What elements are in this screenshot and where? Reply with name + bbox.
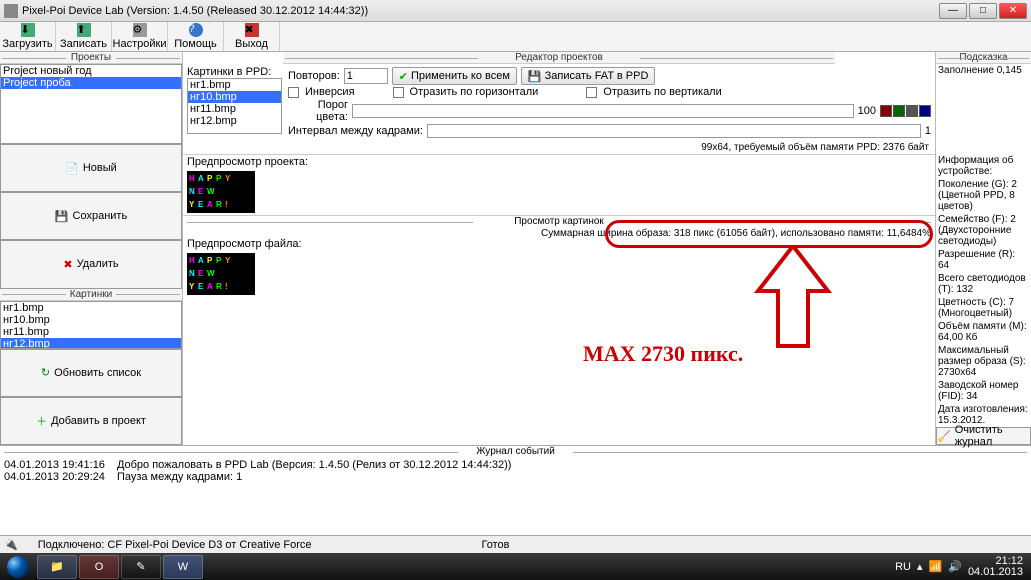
journal-time: 04.01.2013 19:41:16 (4, 459, 105, 471)
annotation-arrow (753, 246, 833, 354)
pictures-group-title: Картинки (0, 289, 182, 301)
load-button[interactable]: ⬇Загрузить (0, 22, 56, 51)
windows-orb-icon (7, 556, 29, 578)
threshold-label: Порог цвета: (288, 99, 348, 123)
list-item[interactable]: нг11.bmp (188, 103, 281, 115)
invert-checkbox[interactable] (288, 87, 299, 98)
interval-label: Интервал между кадрами: (288, 125, 423, 137)
memory-line: 99x64, требуемый объём памяти PPD: 2376 … (183, 141, 935, 155)
info-line: Цветность (C): 7 (Многоцветный) (936, 296, 1031, 320)
write-fat-button[interactable]: 💾Записать FAT в PPD (521, 67, 656, 85)
minimize-button[interactable]: — (939, 3, 967, 19)
projects-list[interactable]: Project новый год Project проба (0, 64, 182, 144)
threshold-value: 100 (858, 105, 876, 117)
info-line: Всего светодиодов (T): 132 (936, 272, 1031, 296)
refresh-icon: ↻ (41, 366, 50, 379)
gear-icon: ⚙ (133, 23, 147, 37)
info-line: Максимальный размер образа (S): 2730x64 (936, 344, 1031, 379)
taskbar-item[interactable]: W (163, 555, 203, 579)
list-item[interactable]: нг12.bmp (1, 338, 181, 349)
journal-msg: Пауза между кадрами: 1 (117, 471, 512, 483)
ppd-list[interactable]: нг1.bmp нг10.bmp нг11.bmp нг12.bmp (187, 78, 282, 134)
project-preview-image: HAPPY NEW YEAR! (187, 171, 255, 213)
fliph-checkbox[interactable] (393, 87, 404, 98)
repeats-label: Повторов: (288, 70, 340, 82)
editor-group-title: Редактор проектов (283, 52, 835, 64)
annotation-circle (605, 220, 933, 248)
list-item[interactable]: нг10.bmp (188, 91, 281, 103)
record-button[interactable]: ⬆Записать (56, 22, 112, 51)
save-button[interactable]: 💾Сохранить (0, 192, 182, 240)
add-to-project-button[interactable]: ＋Добавить в проект (0, 397, 182, 445)
new-button[interactable]: 📄Новый (0, 144, 182, 192)
pictures-list[interactable]: нг1.bmp нг10.bmp нг11.bmp нг12.bmp нг13.… (0, 301, 182, 349)
projects-group-title: Проекты (0, 52, 182, 64)
exit-button[interactable]: ✖Выход (224, 22, 280, 51)
interval-value: 1 (925, 125, 931, 137)
fill-value: Заполнение 0,145 (936, 64, 1031, 77)
save-icon: 💾 (528, 70, 542, 83)
check-icon: ✔ (399, 70, 408, 83)
close-button[interactable]: ✕ (999, 3, 1027, 19)
apply-all-button[interactable]: ✔Применить ко всем (392, 67, 517, 85)
journal-time: 04.01.2013 20:29:24 (4, 471, 105, 483)
list-item[interactable]: нг1.bmp (188, 79, 281, 91)
connection-status: Подключено: CF Pixel-Poi Device D3 от Cr… (38, 539, 312, 551)
list-item[interactable]: Project проба (1, 77, 181, 89)
annotation-text: МАХ 2730 пикс. (583, 341, 743, 367)
delete-button[interactable]: ✖Удалить (0, 240, 182, 288)
settings-button[interactable]: ⚙Настройки (112, 22, 168, 51)
journal-title: Журнал событий (0, 446, 1031, 457)
threshold-slider[interactable] (352, 104, 854, 118)
tray-clock[interactable]: 21:12 04.01.2013 (968, 556, 1023, 578)
journal-msg: Добро пожаловать в PPD Lab (Версия: 1.4.… (117, 459, 512, 471)
download-icon: ⬇ (21, 23, 35, 37)
maximize-button[interactable]: □ (969, 3, 997, 19)
info-line: Поколение (G): 2 (Цветной PPD, 8 цветов) (936, 178, 1031, 213)
help-icon: ? (189, 23, 203, 37)
tray-flag-icon[interactable]: ▴ (917, 560, 923, 573)
list-item[interactable]: нг10.bmp (1, 314, 181, 326)
flipv-checkbox[interactable] (586, 87, 597, 98)
delete-icon: ✖ (63, 258, 72, 271)
color-swatches[interactable] (880, 105, 931, 117)
lang-indicator[interactable]: RU (895, 561, 911, 573)
repeats-input[interactable] (344, 68, 388, 84)
window-title: Pixel-Poi Device Lab (Version: 1.4.50 (R… (22, 5, 939, 17)
taskbar-item[interactable]: 📁 (37, 555, 77, 579)
app-icon (4, 4, 18, 18)
info-line: Семейство (F): 2 (Двухсторонние светодио… (936, 213, 1031, 248)
clear-journal-button[interactable]: 🧹Очистить журнал (936, 427, 1031, 445)
taskbar-item[interactable]: ✎ (121, 555, 161, 579)
info-line: Заводской номер (FID): 34 (936, 379, 1031, 403)
help-button[interactable]: ?Помощь (168, 22, 224, 51)
info-line: Объём памяти (M): 64,00 Кб (936, 320, 1031, 344)
plus-icon: ＋ (36, 413, 47, 429)
info-line: Информация об устройстве: (936, 154, 1031, 178)
save-icon: 💾 (55, 210, 69, 223)
refresh-button[interactable]: ↻Обновить список (0, 349, 182, 397)
exit-icon: ✖ (245, 23, 259, 37)
file-preview-image: HAPPY NEW YEAR! (187, 253, 255, 295)
list-item[interactable]: Project новый год (1, 65, 181, 77)
start-button[interactable] (0, 553, 36, 580)
list-item[interactable]: нг11.bmp (1, 326, 181, 338)
tray-volume-icon[interactable]: 🔊 (948, 560, 962, 573)
file-icon: 📄 (65, 162, 79, 175)
upload-icon: ⬆ (77, 23, 91, 37)
ready-status: Готов (482, 539, 510, 551)
tray-network-icon[interactable]: 📶 (929, 560, 943, 573)
list-item[interactable]: нг1.bmp (1, 302, 181, 314)
info-line: Разрешение (R): 64 (936, 248, 1031, 272)
interval-slider[interactable] (427, 124, 921, 138)
project-preview-label: Предпросмотр проекта: (183, 155, 935, 169)
hint-group-title: Подсказка (936, 52, 1031, 64)
plug-icon: 🔌 (4, 538, 18, 551)
taskbar-item[interactable]: O (79, 555, 119, 579)
list-item[interactable]: нг12.bmp (188, 115, 281, 127)
ppd-label: Картинки в PPD: (187, 66, 282, 78)
broom-icon: 🧹 (937, 430, 951, 443)
